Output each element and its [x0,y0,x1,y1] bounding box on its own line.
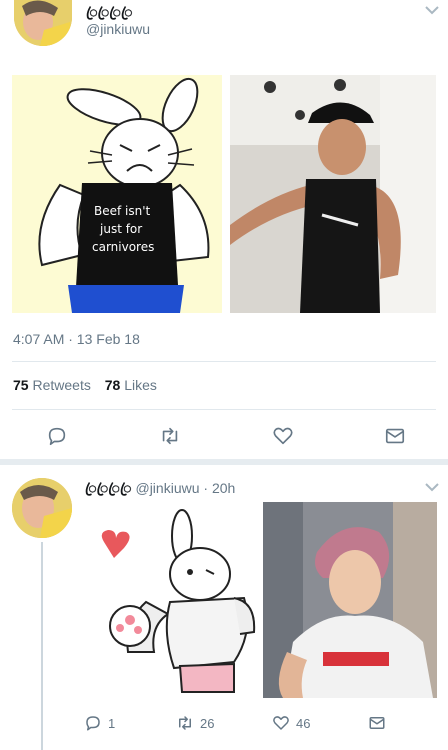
retweet-icon [179,716,191,730]
chevron-down-icon[interactable] [424,4,440,16]
like-count: 46 [296,715,311,731]
heart-icon [273,427,293,445]
divider [12,361,436,362]
handle[interactable]: @jinkiuwu [86,21,150,37]
share-button[interactable] [368,714,386,732]
portrait-photo-image [263,502,437,698]
retweets-count: 75 [13,377,29,393]
tweet-stats: 75 Retweets 78 Likes [13,377,157,393]
avatar[interactable] [14,0,72,46]
tweet-image-photo[interactable] [230,75,436,313]
reply-count: 1 [108,715,116,731]
reply-button[interactable] [45,424,69,448]
thread-line [41,542,43,750]
reply-icon [86,716,100,731]
likes-stat[interactable]: 78 Likes [105,377,157,393]
divider [12,409,436,410]
like-button[interactable]: 46 [272,714,310,732]
tweet-separator [0,459,448,465]
tweet-image-drawing[interactable]: Beef isn't just for carnivores [12,75,222,313]
retweets-label: Retweets [32,377,91,393]
likes-label: Likes [124,377,157,393]
avatar-image [12,478,72,538]
reply-button[interactable]: 1 [84,714,115,732]
tweet-timestamp[interactable]: 4:07 AM · 13 Feb 18 [13,331,140,347]
share-icon [369,717,385,729]
drawing-text-line-3: carnivores [92,240,154,254]
tweet-image-photo[interactable] [263,502,437,698]
drawing-text-line-2: just for [99,222,142,236]
share-button[interactable] [383,424,407,448]
display-name[interactable]: ꦿꦿꦿꦿ [85,480,132,496]
bunny-drawing-image: Beef isn't just for carnivores [12,75,222,313]
likes-count: 78 [104,377,121,393]
retweets-stat[interactable]: 75 Retweets [13,377,95,393]
bunny-sticker-image [84,502,258,698]
dancer-photo-image [230,75,436,313]
tweet-image-drawing[interactable] [84,502,258,698]
chevron-down-icon[interactable] [424,481,440,493]
retweet-button[interactable]: 26 [176,714,214,732]
handle[interactable]: @jinkiuwu [135,480,199,496]
retweet-icon [162,427,178,445]
heart-icon [273,716,289,730]
retweet-count: 26 [200,715,215,731]
avatar-image [14,0,72,46]
like-button[interactable] [271,424,295,448]
avatar[interactable] [12,478,72,538]
drawing-text-line-1: Beef isn't [94,204,151,218]
retweet-button[interactable] [158,424,182,448]
reply-icon [48,427,66,446]
share-icon [385,428,405,444]
tweet-time[interactable]: · 20h [203,480,235,496]
